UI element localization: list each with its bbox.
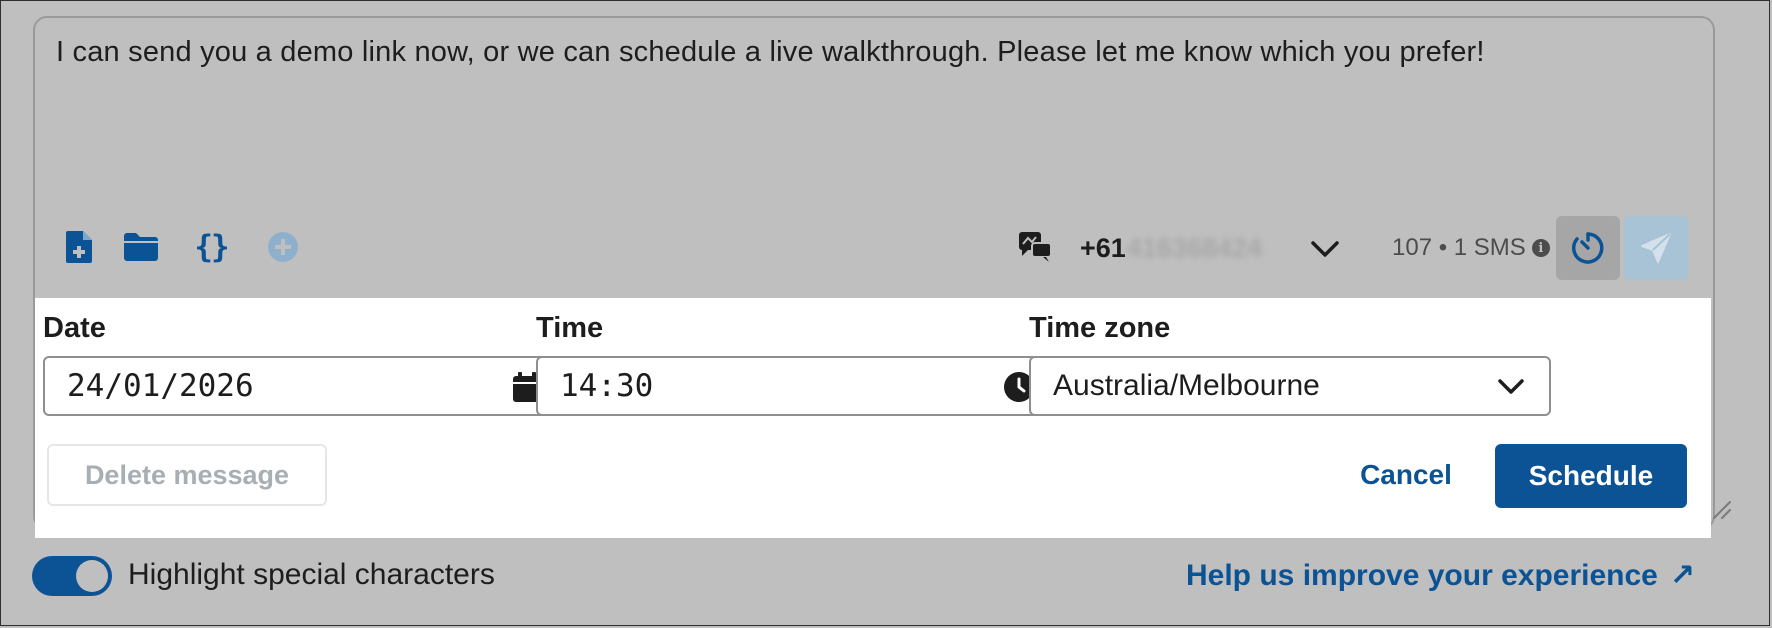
info-icon[interactable]: i xyxy=(1531,239,1550,257)
timezone-label: Time zone xyxy=(1029,312,1171,344)
resize-handle-icon[interactable] xyxy=(1710,498,1732,525)
help-link-text: Help us improve your experience xyxy=(1186,558,1658,592)
schedule-toggle-button[interactable] xyxy=(1556,216,1620,280)
character-count: 107 • 1 SMS i xyxy=(1392,234,1550,262)
variables-braces-icon[interactable]: {} xyxy=(192,228,230,266)
sender-number[interactable]: +61 416368424 xyxy=(1080,230,1262,266)
date-input[interactable]: 24/01/2026 xyxy=(43,356,565,416)
toggle-knob xyxy=(76,560,108,592)
chevron-down-icon[interactable] xyxy=(1308,232,1342,266)
new-document-icon[interactable] xyxy=(60,228,98,266)
timezone-value: Australia/Melbourne xyxy=(1053,369,1320,402)
add-circle-icon[interactable] xyxy=(264,228,302,266)
character-count-text: 107 • 1 SMS xyxy=(1392,234,1526,261)
cancel-button[interactable]: Cancel xyxy=(1331,444,1481,506)
time-label: Time xyxy=(536,312,604,344)
send-button[interactable] xyxy=(1624,216,1688,280)
delete-message-button[interactable]: Delete message xyxy=(47,444,327,506)
chevron-down-icon xyxy=(1495,370,1527,407)
help-improve-link[interactable]: Help us improve your experience ↗ xyxy=(1186,558,1695,593)
phone-number-redacted: 416368424 xyxy=(1126,232,1262,263)
timer-icon xyxy=(1571,232,1604,264)
timezone-select[interactable]: Australia/Melbourne xyxy=(1029,356,1551,416)
date-value: 24/01/2026 xyxy=(67,368,254,404)
highlight-toggle[interactable] xyxy=(32,556,112,596)
time-input[interactable]: 14:30 xyxy=(536,356,1058,416)
time-value: 14:30 xyxy=(560,368,654,404)
folder-icon[interactable] xyxy=(122,228,160,266)
schedule-panel: Date 24/01/2026 Time 14:30 Time zone Aus… xyxy=(35,298,1711,538)
schedule-button[interactable]: Schedule xyxy=(1495,444,1687,508)
highlight-label: Highlight special characters xyxy=(128,558,495,591)
message-text[interactable]: I can send you a demo link now, or we ca… xyxy=(56,36,1696,69)
conversation-icon xyxy=(1016,228,1054,266)
date-label: Date xyxy=(43,312,106,344)
phone-prefix: +61 xyxy=(1080,232,1126,263)
send-plane-icon xyxy=(1641,233,1671,263)
external-arrow-icon: ↗ xyxy=(1669,559,1695,592)
